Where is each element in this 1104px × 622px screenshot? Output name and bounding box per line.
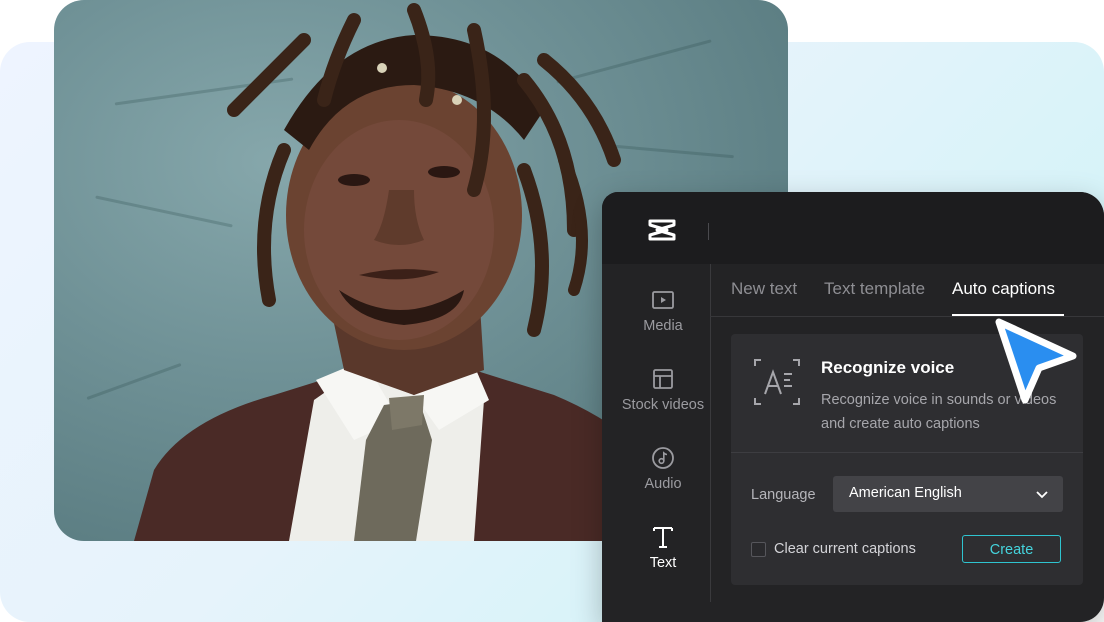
sidebar: Media Stock videos Audio Text	[616, 264, 711, 602]
layout-icon	[653, 369, 673, 389]
editor-panel: Media Stock videos Audio Text New text T…	[602, 192, 1104, 622]
sidebar-item-label: Media	[643, 318, 683, 334]
sidebar-item-label: Stock videos	[621, 397, 705, 413]
music-note-icon	[652, 447, 674, 469]
text-t-icon	[653, 527, 673, 548]
chevron-down-icon	[1036, 491, 1048, 499]
play-square-icon	[652, 291, 674, 309]
clear-captions-label[interactable]: Clear current captions	[774, 541, 916, 557]
sidebar-item-media[interactable]: Media	[616, 288, 710, 334]
pointer-cursor-icon	[995, 318, 1077, 404]
create-button[interactable]: Create	[962, 535, 1061, 563]
topbar-divider	[708, 223, 709, 240]
sidebar-item-stock-videos[interactable]: Stock videos	[616, 367, 710, 413]
sidebar-item-text[interactable]: Text	[616, 525, 710, 571]
recognize-voice-title: Recognize voice	[821, 358, 955, 377]
language-selected-value: American English	[849, 485, 962, 501]
card-divider	[731, 452, 1083, 453]
language-select[interactable]: American English	[833, 476, 1063, 512]
sidebar-item-label: Text	[649, 555, 677, 571]
clear-captions-checkbox[interactable]	[751, 542, 766, 557]
tab-new-text[interactable]: New text	[731, 279, 797, 299]
recognize-text-icon	[754, 359, 800, 405]
sidebar-item-label: Audio	[644, 476, 682, 492]
tab-text-template[interactable]: Text template	[824, 279, 925, 299]
language-label: Language	[751, 487, 816, 503]
capcut-logo-icon	[648, 219, 676, 241]
panel-topbar	[602, 192, 1104, 264]
tab-auto-captions[interactable]: Auto captions	[952, 279, 1055, 299]
sidebar-item-audio[interactable]: Audio	[616, 446, 710, 492]
